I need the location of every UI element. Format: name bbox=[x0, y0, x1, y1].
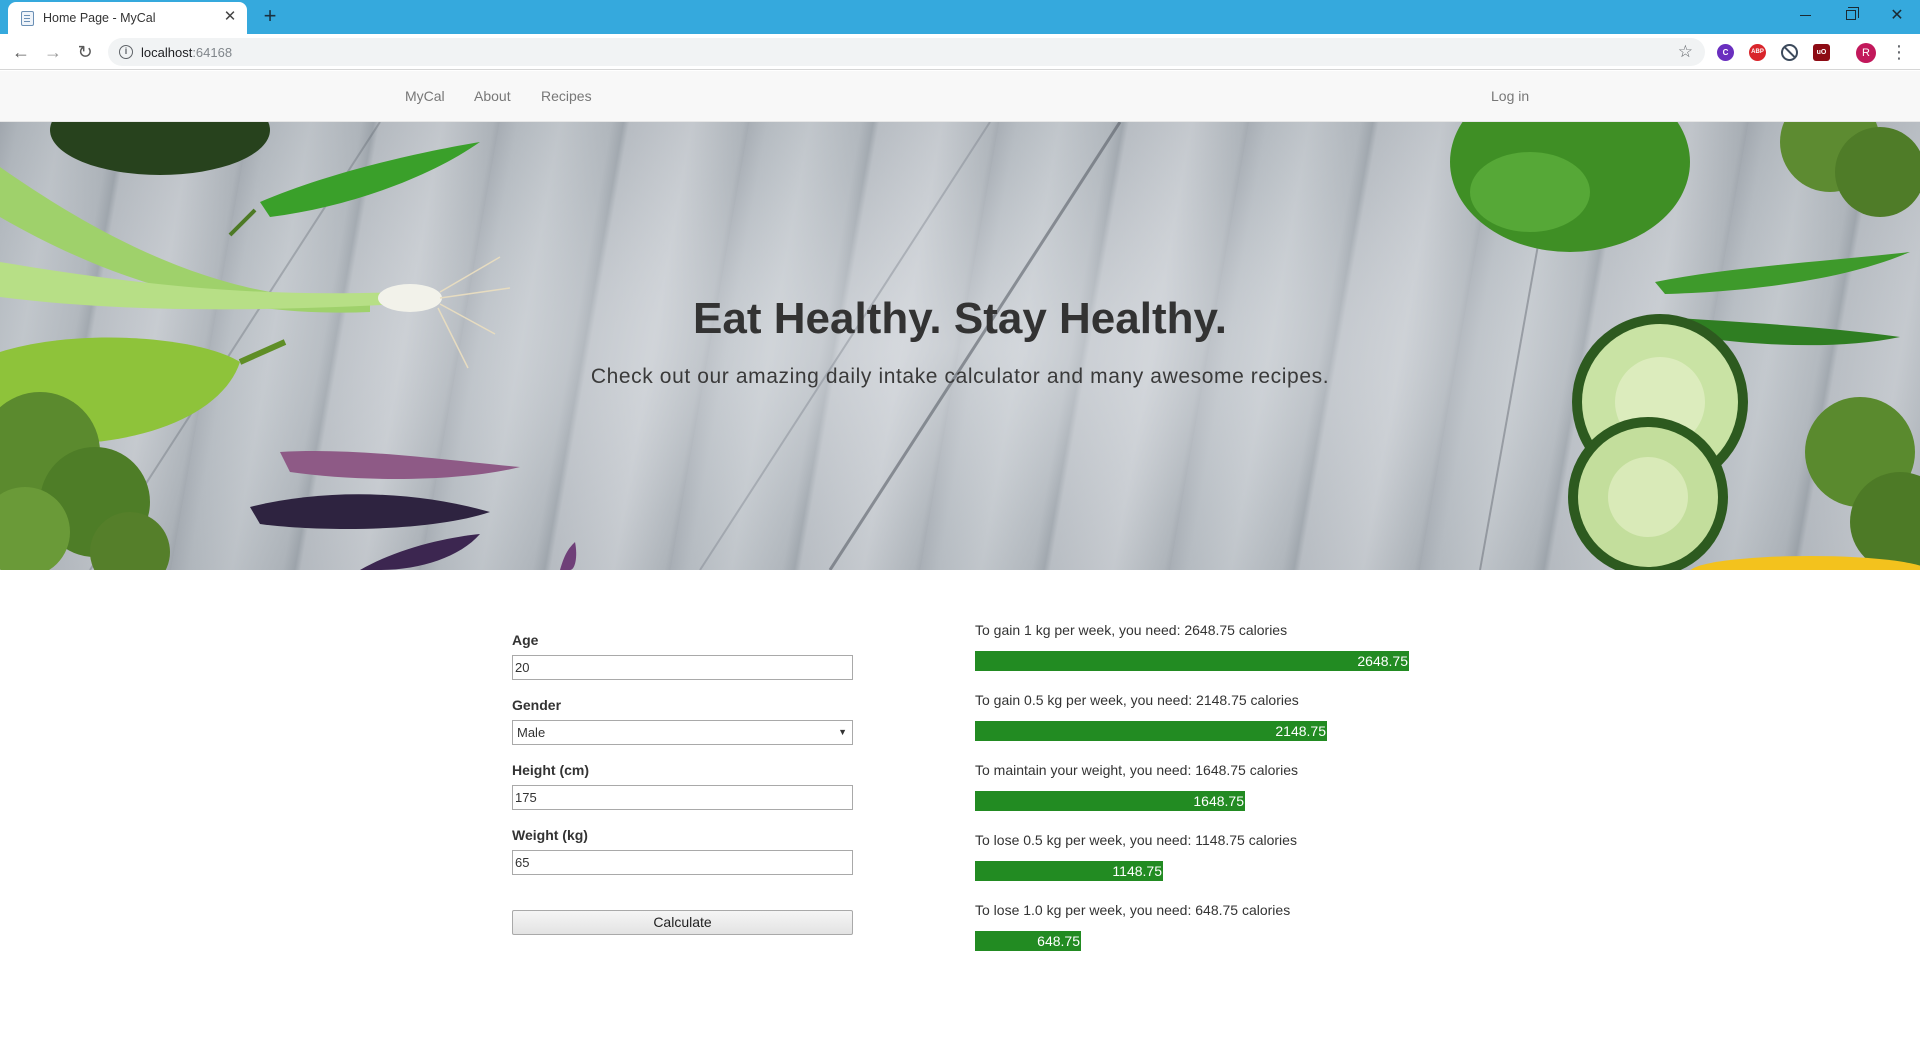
result-text-lose-1kg: To lose 1.0 kg per week, you need: 648.7… bbox=[975, 902, 1291, 918]
nav-recipes-link[interactable]: Recipes bbox=[541, 88, 592, 104]
address-bar[interactable]: i localhost:64168 ☆ bbox=[108, 38, 1705, 66]
forward-arrow-icon[interactable]: → bbox=[41, 40, 65, 64]
hero-vegetables-image bbox=[0, 122, 1920, 570]
restore-icon bbox=[1846, 7, 1859, 20]
ublock-origin-icon[interactable]: uO bbox=[1813, 44, 1830, 61]
page-favicon-icon bbox=[21, 11, 34, 26]
weight-input[interactable]: 65 bbox=[512, 850, 853, 875]
result-text-lose-0-5kg: To lose 0.5 kg per week, you need: 1148.… bbox=[975, 832, 1297, 848]
reload-icon[interactable]: ↻ bbox=[73, 40, 97, 64]
url-host: localhost bbox=[141, 45, 193, 60]
window-restore-button[interactable] bbox=[1828, 0, 1874, 30]
window-minimize-button[interactable] bbox=[1782, 0, 1828, 30]
back-arrow-icon[interactable]: ← bbox=[9, 40, 33, 64]
result-bar-gain-1kg: 2648.75 bbox=[975, 651, 1409, 671]
calculate-button[interactable]: Calculate bbox=[512, 910, 853, 935]
hero-subtitle: Check out our amazing daily intake calcu… bbox=[590, 365, 1330, 388]
tab-title: Home Page - MyCal bbox=[43, 11, 156, 25]
minimize-icon bbox=[1799, 14, 1811, 16]
height-label: Height (cm) bbox=[512, 762, 589, 778]
url-text: localhost:64168 bbox=[141, 45, 232, 60]
close-icon: ✕ bbox=[1890, 7, 1904, 24]
result-bar-maintain: 1648.75 bbox=[975, 791, 1245, 811]
hero-title: Eat Healthy. Stay Healthy. bbox=[693, 294, 1227, 343]
url-port: :64168 bbox=[192, 45, 233, 60]
gender-label: Gender bbox=[512, 697, 562, 713]
bookmark-star-icon[interactable]: ☆ bbox=[1678, 42, 1693, 62]
nav-brand-link[interactable]: MyCal bbox=[405, 88, 445, 104]
gender-select[interactable]: Male ▼ bbox=[512, 720, 853, 745]
window-close-button[interactable]: ✕ bbox=[1874, 0, 1920, 30]
result-text-gain-1kg: To gain 1 kg per week, you need: 2648.75… bbox=[975, 622, 1288, 638]
result-bar-lose-0-5kg: 1148.75 bbox=[975, 861, 1163, 881]
nav-login-link[interactable]: Log in bbox=[1491, 88, 1529, 104]
height-input[interactable]: 175 bbox=[512, 785, 853, 810]
block-extension-icon[interactable] bbox=[1781, 44, 1798, 61]
weight-label: Weight (kg) bbox=[512, 827, 588, 843]
browser-toolbar: ← → ↻ i localhost:64168 ☆ C ABP uO R ⋮ bbox=[0, 34, 1920, 70]
browser-tab[interactable]: Home Page - MyCal ✕ bbox=[8, 2, 247, 34]
result-text-maintain: To maintain your weight, you need: 1648.… bbox=[975, 762, 1298, 778]
age-input[interactable]: 20 bbox=[512, 655, 853, 680]
adblock-plus-icon[interactable]: ABP bbox=[1749, 44, 1766, 61]
profile-avatar[interactable]: R bbox=[1856, 43, 1876, 63]
age-label: Age bbox=[512, 632, 539, 648]
extension-c-icon[interactable]: C bbox=[1717, 44, 1734, 61]
tab-close-icon[interactable]: ✕ bbox=[221, 8, 239, 26]
result-text-gain-0-5kg: To gain 0.5 kg per week, you need: 2148.… bbox=[975, 692, 1299, 708]
browser-tabbar: Home Page - MyCal ✕ + ✕ bbox=[0, 0, 1920, 34]
result-bar-lose-1kg: 648.75 bbox=[975, 931, 1081, 951]
browser-menu-icon[interactable]: ⋮ bbox=[1890, 42, 1908, 62]
dropdown-arrow-icon: ▼ bbox=[838, 727, 847, 737]
site-navbar: MyCal About Recipes Log in bbox=[0, 71, 1920, 122]
site-info-icon[interactable]: i bbox=[119, 45, 133, 59]
new-tab-button[interactable]: + bbox=[258, 4, 282, 28]
hero-banner: Eat Healthy. Stay Healthy. Check out our… bbox=[0, 122, 1920, 570]
gender-selected-value: Male bbox=[517, 725, 546, 740]
nav-about-link[interactable]: About bbox=[474, 88, 511, 104]
result-bar-gain-0-5kg: 2148.75 bbox=[975, 721, 1327, 741]
